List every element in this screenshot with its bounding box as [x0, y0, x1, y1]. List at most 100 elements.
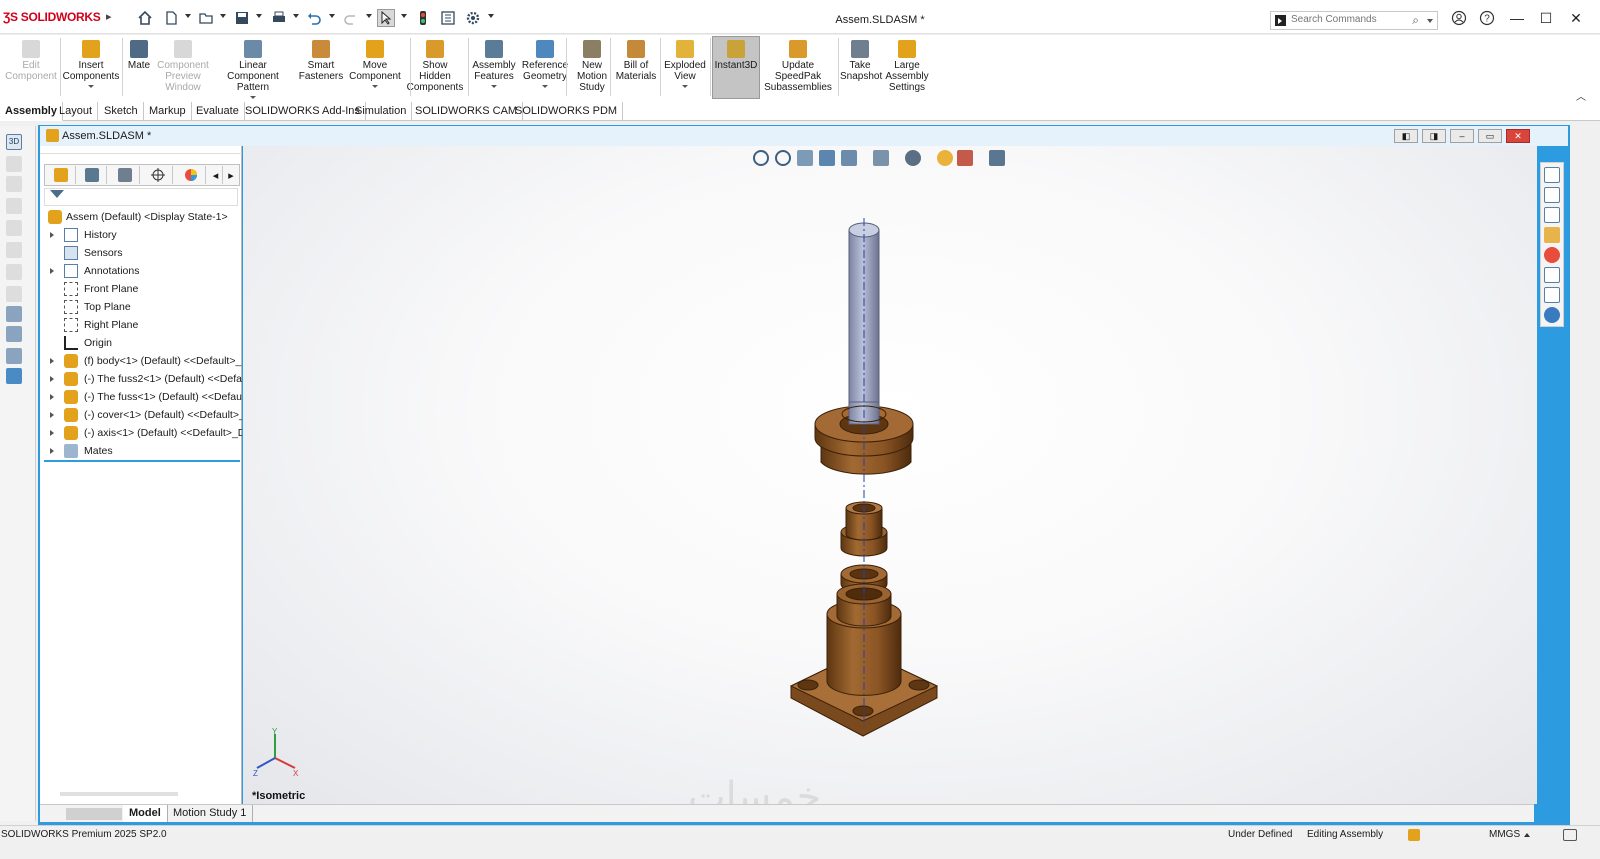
new-dropdown-icon[interactable] [185, 14, 191, 18]
tool-icon-8[interactable] [6, 306, 22, 322]
tree-item[interactable]: Sensors [44, 244, 242, 262]
cmd-large-assembly-button[interactable]: Large Assembly Settings [884, 37, 930, 101]
cmd-edit-component-button[interactable]: Edit Component [4, 37, 58, 101]
cmd-instant3d-button[interactable]: Instant3D [712, 36, 760, 99]
solidworks-resources-icon[interactable] [1544, 307, 1560, 323]
bottom-tab-motion-study-1[interactable]: Motion Study 1 [167, 805, 254, 822]
dimxpert-tab[interactable] [143, 166, 173, 184]
tool-icon-4[interactable] [6, 220, 22, 236]
collapse-ribbon-icon[interactable]: ︿ [1576, 88, 1586, 103]
print-icon[interactable] [270, 9, 288, 27]
tree-item[interactable]: Right Plane [44, 316, 242, 334]
tree-item[interactable]: Front Plane [44, 280, 242, 298]
tree-root[interactable]: Assem (Default) <Display State-1> [44, 208, 242, 226]
rebuild-status-icon[interactable] [1408, 829, 1420, 841]
expand-arrow-icon[interactable] [50, 268, 54, 274]
print-dropdown-icon[interactable] [293, 14, 299, 18]
appearances-icon[interactable] [1544, 247, 1560, 263]
tree-item[interactable]: History [44, 226, 242, 244]
tab-solidworks-add-ins[interactable]: SOLIDWORKS Add-Ins [240, 102, 366, 121]
tile-right-icon[interactable]: ◨ [1422, 129, 1446, 143]
forum-icon[interactable] [1544, 287, 1560, 303]
cmd-linear-pattern-button[interactable]: Linear Component Pattern [212, 37, 294, 101]
dropdown-arrow-icon[interactable] [682, 85, 688, 88]
tab-solidworks-cam[interactable]: SOLIDWORKS CAM [410, 102, 524, 121]
tool-icon-3[interactable] [6, 198, 22, 214]
dropdown-arrow-icon[interactable] [88, 85, 94, 88]
select-cursor-icon[interactable] [377, 9, 395, 27]
options-gear-icon[interactable] [464, 9, 482, 27]
expand-arrow-icon[interactable] [50, 412, 54, 418]
cmd-exploded-view-button[interactable]: Exploded View [662, 37, 708, 101]
tabs-scroll-right-icon[interactable]: ▸ [224, 166, 238, 184]
cmd-bom-button[interactable]: Bill of Materials [614, 37, 658, 101]
redo-dropdown-icon[interactable] [366, 14, 372, 18]
tree-item[interactable]: Annotations [44, 262, 242, 280]
search-icon[interactable]: ⌕ [1412, 13, 1419, 28]
expand-arrow-icon[interactable] [50, 232, 54, 238]
help-icon[interactable]: ? [1476, 7, 1498, 29]
graphics-area[interactable]: Y X Z *Isometric خمسات [243, 146, 1537, 804]
save-icon[interactable] [233, 9, 251, 27]
dropdown-arrow-icon[interactable] [250, 96, 256, 99]
configuration-manager-tab[interactable] [110, 166, 140, 184]
rollback-bar[interactable] [44, 460, 240, 462]
search-commands-box[interactable]: ⌕ [1270, 11, 1438, 30]
tool-icon-1[interactable] [6, 156, 22, 172]
notifications-icon[interactable] [1563, 829, 1577, 841]
tool-icon-7[interactable] [6, 286, 22, 302]
menu-expand-arrow-icon[interactable]: ▸ [106, 10, 112, 23]
file-properties-icon[interactable] [439, 9, 457, 27]
search-input[interactable] [1291, 14, 1411, 25]
tile-left-icon[interactable]: ◧ [1394, 129, 1418, 143]
feature-tree-tab[interactable] [46, 166, 76, 184]
close-window-icon[interactable]: ✕ [1565, 7, 1587, 29]
tab-evaluate[interactable]: Evaluate [191, 102, 245, 121]
design-library-icon[interactable] [1544, 187, 1560, 203]
tabs-scroll-left-icon[interactable]: ◂ [209, 166, 223, 184]
tab-solidworks-pdm[interactable]: SOLIDWORKS PDM [510, 102, 624, 121]
panel-splitter[interactable] [40, 146, 242, 154]
tree-filter-box[interactable] [44, 188, 238, 206]
units-selector[interactable]: MMGS [1489, 829, 1520, 840]
cmd-move-component-button[interactable]: Move Component [348, 37, 402, 101]
tab-markup[interactable]: Markup [144, 102, 192, 121]
select-dropdown-icon[interactable] [401, 14, 407, 18]
tree-item[interactable]: (-) axis<1> (Default) <<Default>_Dis [44, 424, 242, 442]
maximize-window-icon[interactable]: ☐ [1535, 7, 1557, 29]
tree-item[interactable]: Origin [44, 334, 242, 352]
units-up-icon[interactable] [1524, 833, 1530, 837]
cmd-assembly-features-button[interactable]: Assembly Features [470, 37, 518, 101]
undo-dropdown-icon[interactable] [329, 14, 335, 18]
tool-icon-5[interactable] [6, 242, 22, 258]
cmd-insert-components-button[interactable]: Insert Components [62, 37, 120, 101]
tree-item[interactable]: (-) The fuss<1> (Default) <<Default: [44, 388, 242, 406]
undo-icon[interactable] [305, 9, 323, 27]
tool-icon-10[interactable] [6, 348, 22, 364]
cmd-snapshot-button[interactable]: Take Snapshot [840, 37, 882, 101]
doc-close-icon[interactable]: ✕ [1506, 129, 1530, 143]
filter-icon[interactable] [50, 190, 66, 204]
cmd-show-hidden-button[interactable]: Show Hidden Components [406, 37, 464, 101]
user-account-icon[interactable] [1448, 7, 1470, 29]
options-dropdown-icon[interactable] [488, 14, 494, 18]
3d-view-icon[interactable]: 3D [6, 134, 22, 150]
expand-arrow-icon[interactable] [50, 448, 54, 454]
bottom-tab-model[interactable]: Model [123, 805, 168, 822]
tool-icon-2[interactable] [6, 176, 22, 192]
doc-minimize-icon[interactable]: – [1450, 129, 1474, 143]
custom-properties-icon[interactable] [1544, 267, 1560, 283]
horizontal-scrollbar[interactable] [60, 792, 178, 796]
tool-icon-11[interactable] [6, 368, 22, 384]
tree-item[interactable]: (-) cover<1> (Default) <<Default>_I [44, 406, 242, 424]
dropdown-arrow-icon[interactable] [372, 85, 378, 88]
tool-icon-6[interactable] [6, 264, 22, 280]
file-explorer-icon[interactable] [1544, 207, 1560, 223]
expand-arrow-icon[interactable] [50, 376, 54, 382]
cmd-smart-fasteners-button[interactable]: Smart Fasteners [298, 37, 344, 101]
tree-item[interactable]: (-) The fuss2<1> (Default) <<Defaul [44, 370, 242, 388]
property-manager-tab[interactable] [77, 166, 107, 184]
home-icon[interactable] [136, 9, 154, 27]
open-dropdown-icon[interactable] [220, 14, 226, 18]
rebuild-icon[interactable] [414, 9, 432, 27]
